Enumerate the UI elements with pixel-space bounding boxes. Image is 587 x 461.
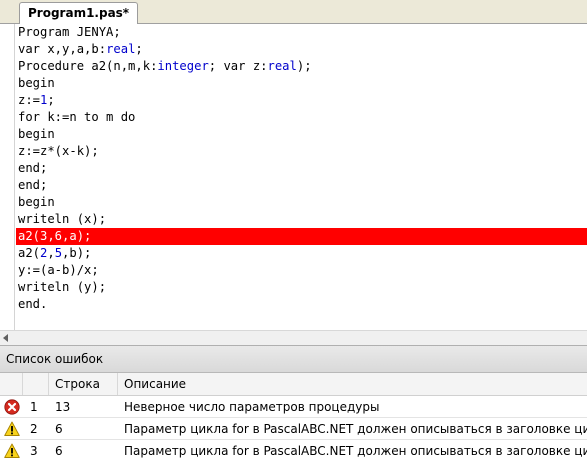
error-description: Параметр цикла for в PascalABC.NET долже… — [124, 422, 587, 436]
error-number: 1 — [30, 400, 38, 414]
code-text: ; — [135, 42, 143, 56]
column-header-description[interactable]: Описание — [124, 373, 186, 396]
column-divider[interactable] — [22, 373, 23, 395]
error-list: Строка Описание 1 13 Неверное число параме… — [0, 373, 587, 461]
code-keyword: real — [267, 59, 297, 73]
code-line[interactable]: y:=(a-b)/x; — [16, 262, 587, 279]
code-line[interactable]: Procedure a2(n,m,k:integer; var z:real); — [16, 58, 587, 75]
error-line-number: 6 — [55, 444, 63, 458]
code-line[interactable]: for k:=n to m do — [16, 109, 587, 126]
tab-strip: Program1.pas* — [0, 0, 587, 25]
horizontal-scrollbar[interactable] — [0, 330, 587, 345]
column-divider[interactable] — [48, 373, 49, 395]
code-keyword: integer — [157, 59, 209, 73]
code-keyword: real — [106, 42, 136, 56]
code-line[interactable]: end. — [16, 296, 587, 313]
code-line[interactable]: Program JENYA; — [16, 24, 587, 41]
warning-icon — [4, 421, 20, 437]
warning-icon — [4, 443, 20, 459]
tab-program1[interactable]: Program1.pas* — [19, 2, 139, 25]
code-line[interactable]: a2(2,5,b); — [16, 245, 587, 262]
code-line[interactable]: writeln (x); — [16, 211, 587, 228]
code-line[interactable]: var x,y,a,b:real; — [16, 41, 587, 58]
code-line[interactable]: writeln (y); — [16, 279, 587, 296]
error-icon — [4, 399, 20, 415]
code-line[interactable]: z:=1; — [16, 92, 587, 109]
column-header-line[interactable]: Строка — [55, 373, 100, 396]
code-text: ); — [296, 59, 312, 73]
code-line-error[interactable]: a2(3,6,a); — [16, 228, 587, 245]
editor-gutter — [0, 24, 15, 330]
error-list-header: Строка Описание — [0, 373, 587, 396]
error-description: Параметр цикла for в PascalABC.NET долже… — [124, 444, 587, 458]
code-line[interactable]: end; — [16, 177, 587, 194]
code-text: a2(3,6,a); — [18, 229, 92, 243]
code-number: 5 — [54, 246, 63, 260]
code-text: , — [47, 246, 55, 260]
code-text: writeln (y); — [18, 280, 107, 294]
code-text: for k:=n to m do — [18, 110, 136, 124]
error-row[interactable]: 1 13 Неверное число параметров процедуры — [0, 396, 587, 418]
code-line[interactable]: z:=z*(x-k); — [16, 143, 587, 160]
scroll-left-icon[interactable] — [3, 334, 8, 342]
code-text: begin — [18, 76, 55, 90]
code-text: end; — [18, 178, 48, 192]
code-text: ; var z: — [208, 59, 268, 73]
code-line[interactable]: begin — [16, 126, 587, 143]
code-line[interactable]: end; — [16, 160, 587, 177]
code-text: begin — [18, 195, 55, 209]
code-text: ,b); — [62, 246, 92, 260]
error-panel-title: Список ошибок — [0, 345, 587, 373]
error-line-number: 13 — [55, 400, 71, 414]
code-text: end. — [18, 297, 48, 311]
code-text: var x,y,a,b: — [18, 42, 107, 56]
code-text: y:=(a-b)/x; — [18, 263, 99, 277]
code-line[interactable]: begin — [16, 194, 587, 211]
code-area[interactable]: Program JENYA; var x,y,a,b:real; Procedure… — [16, 24, 587, 313]
error-row[interactable]: 3 6 Параметр цикла for в PascalABC.NET дол… — [0, 440, 587, 461]
code-text: Program JENYA; — [18, 25, 121, 39]
code-line[interactable]: begin — [16, 75, 587, 92]
code-text: z:=z*(x-k); — [18, 144, 99, 158]
code-text: z:= — [18, 93, 41, 107]
error-number: 3 — [30, 444, 38, 458]
column-divider[interactable] — [117, 373, 118, 395]
code-editor[interactable]: Program JENYA; var x,y,a,b:real; Procedure… — [0, 24, 587, 330]
code-text: a2( — [18, 246, 41, 260]
code-text: end; — [18, 161, 48, 175]
error-row[interactable]: 2 6 Параметр цикла for в PascalABC.NET дол… — [0, 418, 587, 440]
code-text: writeln (x); — [18, 212, 107, 226]
error-number: 2 — [30, 422, 38, 436]
error-rows: 1 13 Неверное число параметров процедуры 2 6… — [0, 396, 587, 461]
code-text: Procedure a2(n,m,k: — [18, 59, 158, 73]
code-text: ; — [47, 93, 55, 107]
error-line-number: 6 — [55, 422, 63, 436]
code-text: begin — [18, 127, 55, 141]
error-description: Неверное число параметров процедуры — [124, 400, 380, 414]
